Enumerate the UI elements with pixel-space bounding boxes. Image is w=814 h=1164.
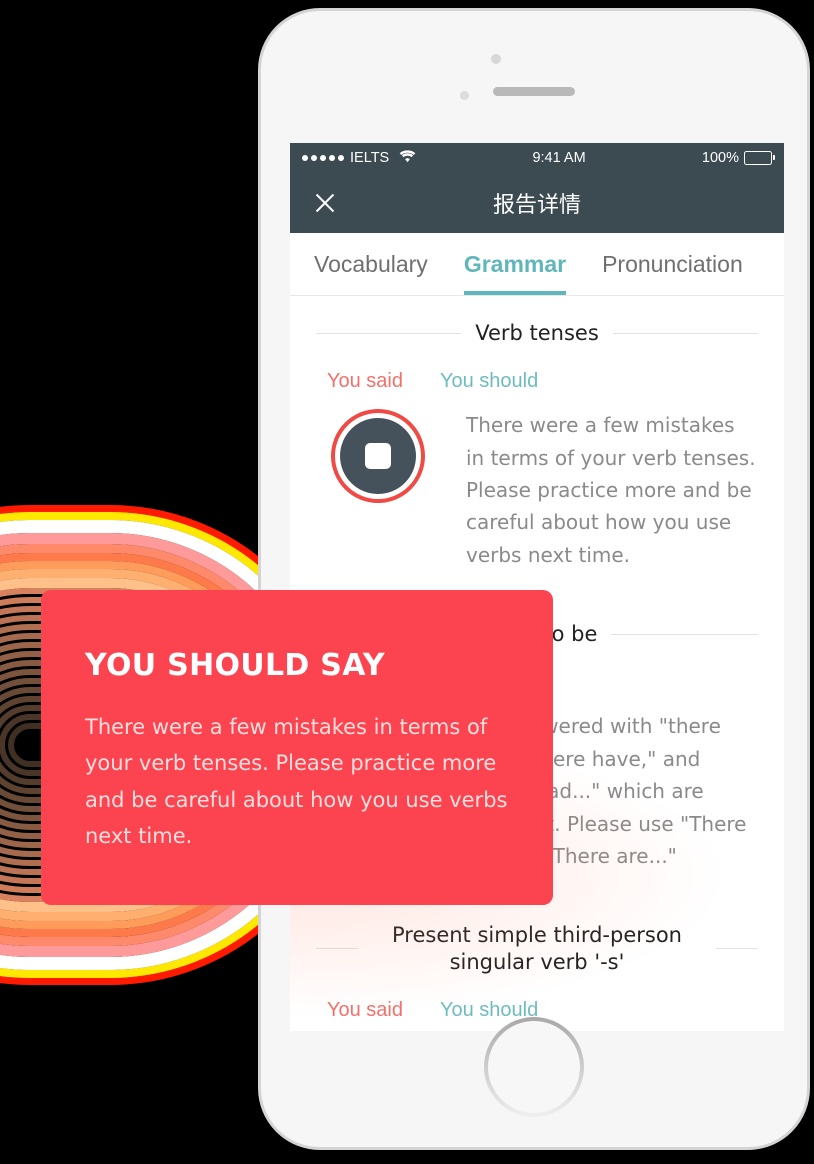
divider-right: [611, 633, 758, 635]
tab-grammar[interactable]: Grammar: [463, 233, 567, 295]
divider-left: [316, 948, 358, 950]
card-title: YOU SHOULD SAY: [85, 648, 385, 683]
label-you-said: You said: [327, 998, 403, 1021]
status-bar-left: IELTS: [302, 149, 416, 167]
column-labels: You said You should: [290, 975, 784, 1022]
divider-left: [316, 332, 462, 334]
stop-icon-circle: [340, 418, 416, 495]
section-header-verb-tenses: Verb tenses: [290, 296, 784, 346]
proximity-sensor-icon: [460, 91, 469, 100]
label-you-should: You should: [440, 370, 539, 393]
card-body: There were a few mistakes in terms of yo…: [85, 715, 508, 848]
nav-bar: 报告详情: [290, 173, 784, 233]
clock-label: 9:41 AM: [532, 150, 586, 166]
close-icon[interactable]: [312, 190, 338, 216]
divider-right: [716, 948, 758, 950]
status-bar-right: 100%: [701, 150, 775, 166]
tab-bar: Vocabulary Grammar Pronunciation: [290, 233, 784, 296]
tab-vocabulary[interactable]: Vocabulary: [314, 233, 428, 295]
front-camera-icon: [491, 54, 501, 64]
signal-strength-icon: [302, 155, 344, 161]
section-title: Present simple third-person singular ver…: [392, 923, 682, 974]
status-bar: IELTS 9:41 AM 100%: [290, 143, 784, 173]
divider-right: [612, 332, 758, 334]
carrier-label: IELTS: [350, 150, 390, 166]
wifi-icon: [399, 149, 416, 167]
page-title: 报告详情: [492, 193, 581, 218]
section-header-present-simple: Present simple third-person singular ver…: [290, 898, 784, 975]
home-button[interactable]: [484, 1017, 584, 1117]
you-should-say-card: YOU SHOULD SAY There were a few mistakes…: [41, 590, 553, 905]
record-column: [290, 409, 466, 571]
battery-percent-label: 100%: [701, 150, 739, 166]
column-labels: You said You should: [290, 346, 784, 393]
section-row-verb-tenses: There were a few mistakes in terms of yo…: [290, 393, 784, 571]
stop-icon: [365, 443, 391, 470]
tab-pronunciation[interactable]: Pronunciation: [602, 233, 743, 295]
battery-icon: [744, 151, 775, 165]
phone-device: IELTS 9:41 AM 100% 报告详情 Vocabulary Gramm…: [258, 8, 810, 1150]
section-title: Verb tenses: [475, 321, 599, 345]
stop-playback-button[interactable]: [331, 409, 425, 504]
label-you-said: You said: [327, 370, 403, 393]
speaker-grille: [493, 87, 575, 96]
section-body: There were a few mistakes in terms of yo…: [466, 413, 756, 567]
